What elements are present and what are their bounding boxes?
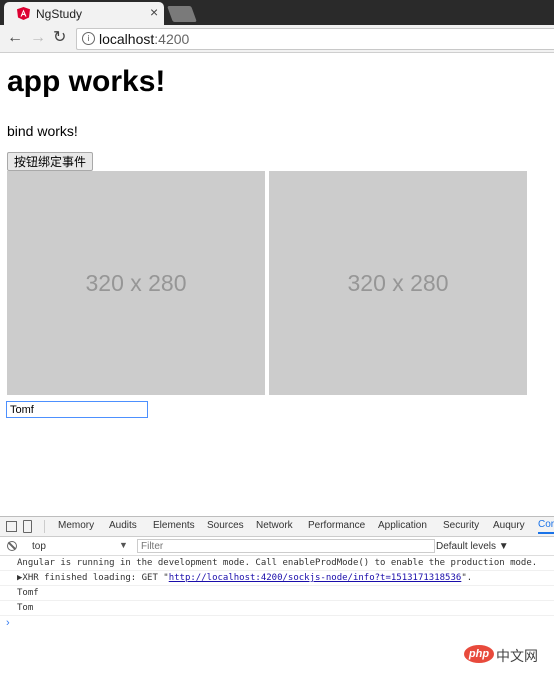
reload-icon[interactable]: ↻ [53, 29, 66, 47]
browser-tab[interactable]: NgStudy × [4, 2, 164, 25]
console-message-xhr: ▶XHR finished loading: GET "http://local… [0, 571, 554, 586]
tab-performance[interactable]: Performance [308, 520, 365, 531]
tab-application[interactable]: Application [378, 520, 427, 531]
page-content: app works! bind works! 按钮绑定事件 320 x 280 … [0, 53, 554, 516]
chevron-down-icon[interactable]: ▼ [119, 540, 128, 550]
url-host: localhost [99, 31, 155, 47]
angular-icon [17, 7, 30, 20]
xhr-link[interactable]: http://localhost:4200/sockjs-node/info?t… [169, 573, 462, 583]
browser-toolbar: ← → ↻ i localhost:4200 [0, 25, 554, 53]
tab-auqury[interactable]: Auqury [493, 520, 525, 531]
filter-input[interactable] [137, 539, 435, 553]
page-heading: app works! [7, 65, 166, 98]
context-selector[interactable]: top [32, 541, 46, 552]
xhr-prefix: ▶XHR finished loading: GET " [17, 573, 169, 583]
tab-sources[interactable]: Sources [207, 520, 244, 531]
console-message: Tom [0, 601, 554, 616]
placeholder-image-2: 320 x 280 [269, 171, 527, 395]
url-port: :4200 [154, 31, 190, 47]
name-input[interactable] [6, 401, 148, 418]
log-levels-dropdown[interactable]: Default levels ▼ [436, 541, 509, 552]
close-icon[interactable]: × [150, 5, 158, 19]
back-arrow-icon[interactable]: ← [7, 29, 23, 47]
bind-event-button[interactable]: 按钮绑定事件 [7, 152, 94, 171]
tab-security[interactable]: Security [443, 520, 479, 531]
browser-tab-strip: NgStudy × [0, 0, 554, 25]
tab-title: NgStudy [36, 7, 83, 21]
forward-arrow-icon[interactable]: → [30, 29, 46, 47]
watermark-logo: php 中文网 [464, 644, 548, 666]
tab-network[interactable]: Network [256, 520, 293, 531]
placeholder-image-1: 320 x 280 [7, 171, 265, 395]
console-output: Angular is running in the development mo… [0, 556, 554, 630]
new-tab-button[interactable] [167, 6, 197, 22]
xhr-suffix: ". [461, 573, 473, 583]
console-prompt[interactable]: › [0, 616, 554, 630]
device-toolbar-icon[interactable] [23, 520, 32, 533]
watermark-text: 中文网 [496, 649, 538, 665]
devtools-tab-bar: Memory Audits Elements Sources Network P… [0, 517, 554, 537]
divider [44, 520, 45, 533]
url-text: localhost:4200 [99, 31, 189, 47]
inspect-element-icon[interactable] [6, 521, 17, 532]
clear-console-icon[interactable] [7, 541, 17, 551]
tab-console[interactable]: Cor [538, 519, 554, 534]
watermark-badge: php [464, 645, 494, 663]
tab-elements[interactable]: Elements [153, 520, 195, 531]
bind-text: bind works! [7, 123, 78, 139]
address-bar[interactable]: i localhost:4200 [76, 28, 554, 50]
info-icon[interactable]: i [82, 32, 95, 45]
tab-audits[interactable]: Audits [109, 520, 137, 531]
console-message: Angular is running in the development mo… [0, 556, 554, 571]
console-filter-bar: top ▼ Default levels ▼ [0, 537, 554, 556]
tab-memory[interactable]: Memory [58, 520, 94, 531]
console-message: Tomf [0, 586, 554, 601]
